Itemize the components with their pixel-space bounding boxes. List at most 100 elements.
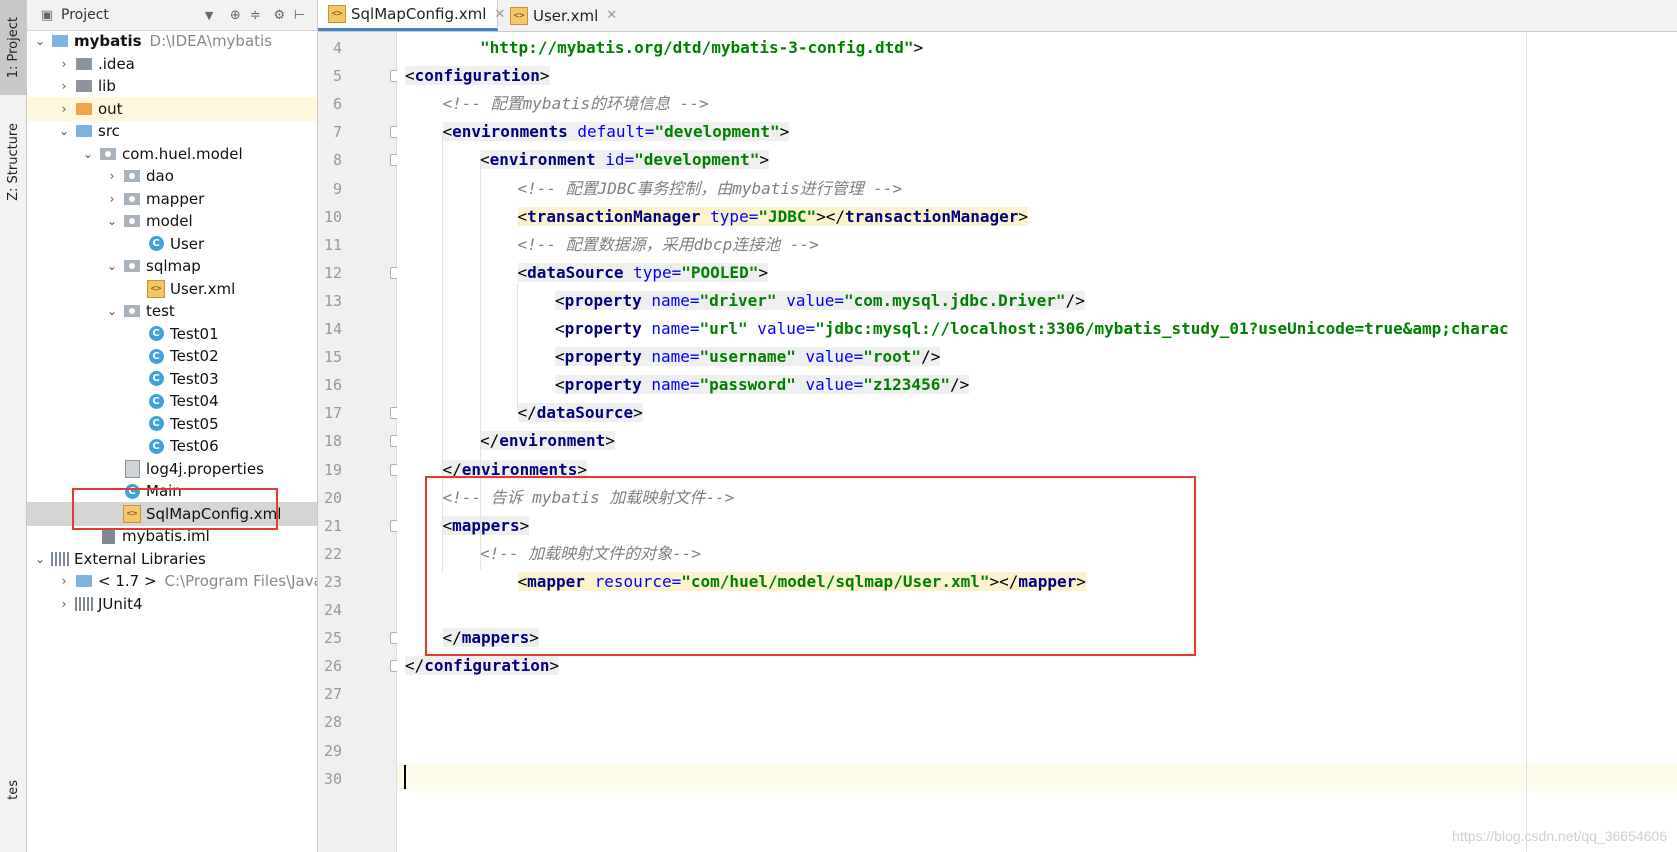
code-token: type= <box>623 262 682 282</box>
code-token: transactionManager <box>845 206 1019 226</box>
collapse-all-icon[interactable]: ≑ <box>245 8 265 23</box>
line-number: 6 <box>332 95 342 114</box>
chevron-down-icon[interactable]: ⌄ <box>33 552 47 566</box>
chevron-right-icon[interactable]: › <box>57 574 71 588</box>
tab-sqlmapconfig[interactable]: <> SqlMapConfig.xml ✕ <box>318 0 505 31</box>
code-token: < <box>555 375 565 395</box>
tree-item[interactable]: log4j.properties <box>27 457 317 481</box>
chevron-down-icon[interactable]: ⌄ <box>105 304 119 318</box>
tree-item[interactable]: › out <box>27 96 317 121</box>
structure-tool-tab[interactable]: Z: Structure <box>0 112 26 212</box>
chevron-right-icon[interactable]: › <box>57 102 71 116</box>
chevron-right-icon[interactable]: › <box>105 192 119 206</box>
line-number: 19 <box>323 460 342 479</box>
code-line: <property name="username" value="root"/> <box>555 343 941 371</box>
package-icon <box>123 191 141 207</box>
chevron-right-icon[interactable]: › <box>57 79 71 93</box>
tree-item[interactable]: ⌄ model <box>27 209 317 233</box>
line-number: 24 <box>323 601 342 619</box>
project-panel-title[interactable]: Project <box>61 7 109 23</box>
chevron-down-icon[interactable]: ⌄ <box>57 124 71 138</box>
watermark: https://blog.csdn.net/qq_36654606 <box>1452 828 1667 844</box>
chevron-down-icon[interactable]: ⌄ <box>81 147 95 161</box>
code-token: transactionManager <box>527 206 701 226</box>
project-tool-tab[interactable]: 1: Project <box>0 0 26 95</box>
chevron-right-icon[interactable]: › <box>57 597 71 611</box>
tree-item[interactable]: › mapper <box>27 187 317 211</box>
tree-item[interactable]: C Test01 <box>27 322 317 346</box>
gear-icon[interactable]: ⚙ <box>269 8 289 23</box>
line-number: 13 <box>323 291 342 310</box>
code-token: "JDBC" <box>758 206 817 226</box>
code-editor[interactable]: "http://mybatis.org/dtd/mybatis-3-config… <box>397 32 1677 852</box>
library-icon <box>51 551 69 567</box>
bottom-tool-tab[interactable]: tes <box>0 770 26 810</box>
code-token: name= <box>641 347 700 367</box>
code-token: "z123456" <box>863 375 950 395</box>
code-line: <transactionManager type="JDBC"></transa… <box>517 203 1029 231</box>
code-token: type= <box>700 206 759 226</box>
tree-item[interactable]: › < 1.7 > C:\Program Files\Java\jd <box>27 569 317 593</box>
line-number: 17 <box>323 404 342 423</box>
locate-icon[interactable]: ⊕ <box>225 8 245 23</box>
tree-item[interactable]: C Test04 <box>27 389 317 413</box>
current-line-highlight <box>397 763 1677 791</box>
tree-item[interactable]: <> User.xml <box>27 277 317 301</box>
tree-item-label: com.huel.model <box>122 144 243 163</box>
line-number: 26 <box>323 657 342 676</box>
xml-file-icon: <> <box>510 6 528 25</box>
code-token: "development" <box>634 150 760 170</box>
highlight-box-file <box>72 488 278 530</box>
code-token: < <box>442 122 453 142</box>
project-panel: ▣ Project ▼ ⊕ ≑ ⚙ ⊢ ⌄ mybatis D:\IDEA\myba… <box>27 0 318 852</box>
tree-item-label: sqlmap <box>146 257 201 275</box>
tree-item-label: Test05 <box>170 414 219 433</box>
tree-item[interactable]: ⌄ sqlmap <box>27 254 317 278</box>
tree-item[interactable]: › .idea <box>27 52 317 76</box>
chevron-down-icon[interactable]: ⌄ <box>33 34 47 48</box>
code-line: <property name="driver" value="com.mysql… <box>555 287 1085 315</box>
code-token: environments <box>452 122 568 142</box>
project-view-icon: ▣ <box>40 7 54 23</box>
code-token: property <box>564 347 642 367</box>
chevron-right-icon[interactable]: › <box>105 169 119 183</box>
code-token: "development" <box>654 122 780 142</box>
tree-item[interactable]: ⌄ mybatis D:\IDEA\mybatis <box>27 29 317 53</box>
tree-item[interactable]: C Test03 <box>27 367 317 391</box>
tree-item[interactable]: C User <box>27 232 317 256</box>
code-line: <!-- 配置JDBC事务控制，由mybatis进行管理 --> <box>518 175 903 203</box>
chevron-down-icon[interactable]: ⌄ <box>105 214 119 228</box>
tree-item[interactable]: › JUnit4 <box>27 592 317 616</box>
chevron-down-icon[interactable]: ⌄ <box>105 259 119 273</box>
tab-label: SqlMapConfig.xml <box>351 5 487 23</box>
code-line: <property name="password" value="z123456… <box>555 371 970 399</box>
line-number: 22 <box>323 544 342 563</box>
hide-panel-icon[interactable]: ⊢ <box>289 8 309 23</box>
code-token: "driver" <box>699 290 777 310</box>
package-icon <box>123 258 141 274</box>
tree-item[interactable]: ⌄ test <box>27 299 317 323</box>
tab-user-xml[interactable]: <> User.xml ✕ <box>500 0 620 31</box>
code-token: environment <box>499 431 606 451</box>
code-token: </ <box>517 403 537 423</box>
library-icon <box>75 596 93 612</box>
highlight-box-mappers <box>425 476 1196 656</box>
chevron-right-icon[interactable]: › <box>57 57 71 71</box>
view-dropdown-icon[interactable]: ▼ <box>205 9 213 22</box>
tree-item[interactable]: C Test02 <box>27 344 317 368</box>
tree-item[interactable]: ⌄ com.huel.model <box>27 142 317 166</box>
tree-item[interactable]: ⌄ src <box>27 119 317 143</box>
line-number: 11 <box>323 235 342 254</box>
tree-item-label: log4j.properties <box>146 459 264 478</box>
line-number: 20 <box>323 488 342 507</box>
code-line: <environment id="development"> <box>480 146 770 174</box>
close-icon[interactable]: ✕ <box>606 8 617 23</box>
tree-item[interactable]: › lib <box>27 74 317 98</box>
tree-item[interactable]: C Test05 <box>27 412 317 436</box>
tree-item[interactable]: ⌄ External Libraries <box>27 547 317 571</box>
code-token: property <box>564 319 642 338</box>
code-line: <environments default="development"> <box>442 118 790 146</box>
tree-item[interactable]: C Test06 <box>27 434 317 458</box>
tree-item-label: lib <box>98 77 116 95</box>
tree-item[interactable]: › dao <box>27 164 317 188</box>
